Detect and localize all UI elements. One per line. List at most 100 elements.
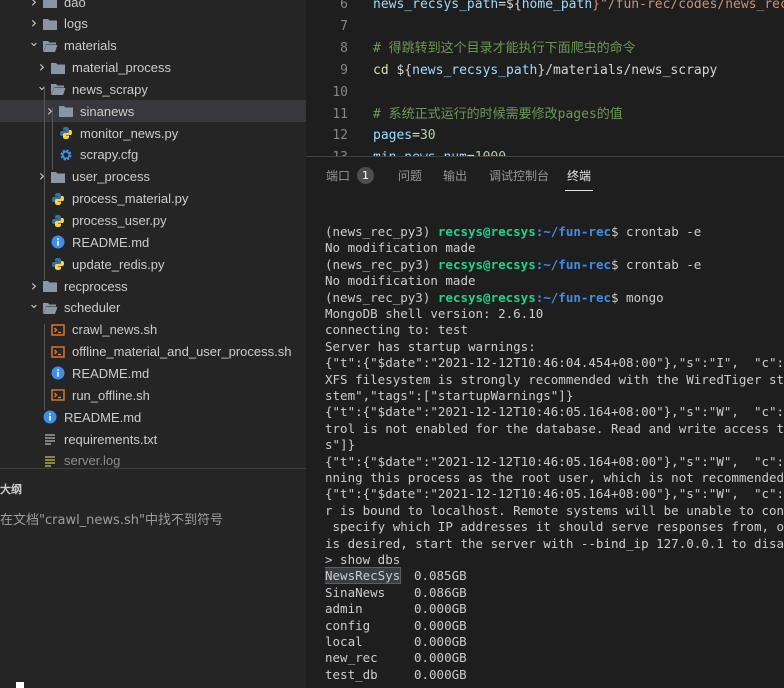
tree-item-run-offline-sh[interactable]: run_offline.sh <box>0 384 306 406</box>
tree-item-readme-md[interactable]: README.md <box>0 231 306 253</box>
panel-tabs: 端口 1 问题 输出 调试控制台 终端 <box>306 157 784 193</box>
chevron-down-icon[interactable]: ⌄ <box>34 75 50 97</box>
prompt-env: (news_rec_py3) <box>325 256 438 272</box>
tree-item-label: monitor_news.py <box>80 125 179 141</box>
code-line: 9 cd ${news_recsys_path}/materials/news_s… <box>306 59 784 83</box>
chevron-right-icon[interactable]: › <box>34 165 50 187</box>
db-name: admin <box>325 601 363 617</box>
tab-terminal[interactable]: 终端 <box>564 157 594 193</box>
prompt-path: :~/fun-rec <box>535 289 611 305</box>
tree-item-scrapy-cfg[interactable]: scrapy.cfg <box>0 144 306 166</box>
tab-label: 调试控制台 <box>489 168 550 183</box>
db-size: 0.000GB <box>413 666 467 682</box>
code-token: }/materials/news_scrapy <box>537 62 718 78</box>
outline-title[interactable]: 大纲 <box>0 481 22 497</box>
log-file-icon <box>42 453 58 468</box>
tree-item-news-scrapy[interactable]: ⌄ news_scrapy <box>0 78 306 100</box>
tree-item-materials[interactable]: ⌄ materials <box>0 35 306 57</box>
tree-item-crawl-news-sh[interactable]: crawl_news.sh <box>0 319 306 341</box>
tab-output[interactable]: 输出 <box>443 157 467 193</box>
code-token: # 得跳转到这个目录才能执行下面爬虫的命令 <box>373 40 636 56</box>
tab-label: 终端 <box>567 168 592 183</box>
tree-item-logs[interactable]: › logs <box>0 13 306 35</box>
tree-item-scheduler[interactable]: ⌄ scheduler <box>0 297 306 319</box>
code-token: =${ <box>498 0 522 12</box>
chevron-right-icon[interactable]: › <box>26 274 42 296</box>
code-text: cd ${news_recsys_path}/materials/news_sc… <box>373 59 717 83</box>
terminal-icon <box>50 387 66 403</box>
tree-item-readme-md[interactable]: README.md <box>0 406 306 428</box>
tab-debug-console[interactable]: 调试控制台 <box>489 157 549 193</box>
chevron-down-icon[interactable]: ⌄ <box>26 294 42 316</box>
terminal-icon <box>50 322 66 338</box>
terminal-line: No modification made <box>325 240 476 256</box>
prompt-path: :~/fun-rec <box>535 224 611 239</box>
tree-item-dao[interactable]: › dao <box>0 0 306 13</box>
chevron-right-icon[interactable]: › <box>26 12 42 34</box>
tree-item-requirements-txt[interactable]: requirements.txt <box>0 428 306 450</box>
prompt-command: $ mongo <box>611 289 664 305</box>
tree-item-readme-md[interactable]: README.md <box>0 362 306 384</box>
chevron-right-icon[interactable]: › <box>26 0 42 12</box>
terminal[interactable]: (news_rec_py3) recsys@recsys:~/fun-rec$ … <box>325 224 784 688</box>
prompt-command: $ crontab -e <box>611 256 702 272</box>
tree-item-recprocess[interactable]: › recprocess <box>0 275 306 297</box>
tree-item-label: run_offline.sh <box>72 387 150 403</box>
tree-item-server-log[interactable]: server.log <box>0 450 306 468</box>
db-size: 0.000GB <box>413 650 467 666</box>
tab-problems[interactable]: 问题 <box>398 157 422 193</box>
code-text: # 系统正式运行的时候需要修改pages的值 <box>373 103 623 127</box>
code-line: 12 pages=30 <box>306 124 784 148</box>
folder-open-icon <box>42 38 58 54</box>
tree-item-monitor-news-py[interactable]: monitor_news.py <box>0 122 306 144</box>
chevron-down-icon[interactable]: ⌄ <box>26 32 42 54</box>
chevron-right-icon[interactable]: › <box>34 56 50 78</box>
folder-icon <box>42 278 58 294</box>
tab-ports[interactable]: 端口 1 <box>326 157 375 193</box>
terminal-cursor <box>16 682 24 688</box>
db-row: NewsRecSys 0.085GB <box>325 567 467 585</box>
python-file-icon <box>58 125 74 141</box>
terminal-icon <box>50 344 66 360</box>
terminal-line: {"t":{"$date":"2021-12-12T10:46:05.164+0… <box>325 453 784 469</box>
indent-guide <box>52 108 53 170</box>
tree-item-offline-material-and-user-process-sh[interactable]: offline_material_and_user_process.sh <box>0 341 306 363</box>
code-text: # 得跳转到这个目录才能执行下面爬虫的命令 <box>373 37 636 61</box>
code-editor[interactable]: 6 news_recsys_path=${home_path}"/fun-rec/… <box>306 0 784 156</box>
db-name: config <box>325 617 371 633</box>
tree-item-user-process[interactable]: › user_process <box>0 166 306 188</box>
tree-item-label: update_redis.py <box>72 256 165 272</box>
db-row: test_db 0.000GB <box>325 667 467 683</box>
db-name: new_rec <box>325 650 378 666</box>
terminal-line: nning this process as the root user, whi… <box>325 470 784 485</box>
tree-item-label: user_process <box>72 169 151 185</box>
terminal-line: connecting to: test <box>325 322 468 338</box>
terminal-line: {"t":{"$date":"2021-12-12T10:46:04.454+0… <box>325 355 784 371</box>
terminal-line: {"t":{"$date":"2021-12-12T10:46:05.164+0… <box>325 486 784 502</box>
db-name: test_db <box>325 666 378 682</box>
code-token: }"/fun-rec/codes/news_recsys" <box>592 0 784 12</box>
code-token: news_recsys_path <box>373 0 499 12</box>
tree-item-label: server.log <box>64 453 121 468</box>
tree-item-label: README.md <box>64 409 142 425</box>
db-row: new_rec 0.000GB <box>325 650 467 666</box>
tree-item-process-material-py[interactable]: process_material.py <box>0 188 306 210</box>
tree-item-label: news_scrapy <box>72 81 148 97</box>
db-size: 0.000GB <box>413 617 467 633</box>
db-row: local 0.000GB <box>325 634 467 650</box>
tree-item-update-redis-py[interactable]: update_redis.py <box>0 253 306 275</box>
code-line: 7 <box>306 15 784 39</box>
prompt-command: $ crontab -e <box>611 224 702 239</box>
tree-item-sinanews[interactable]: › sinanews <box>0 100 306 123</box>
terminal-line: XFS filesystem is strongly recommended w… <box>325 371 784 387</box>
terminal-line: is desired, start the server with --bind… <box>325 535 784 551</box>
tree-item-process-user-py[interactable]: process_user.py <box>0 210 306 232</box>
line-number: 13 <box>306 146 348 156</box>
tab-label: 端口 <box>326 168 351 183</box>
folder-open-icon <box>42 300 58 316</box>
